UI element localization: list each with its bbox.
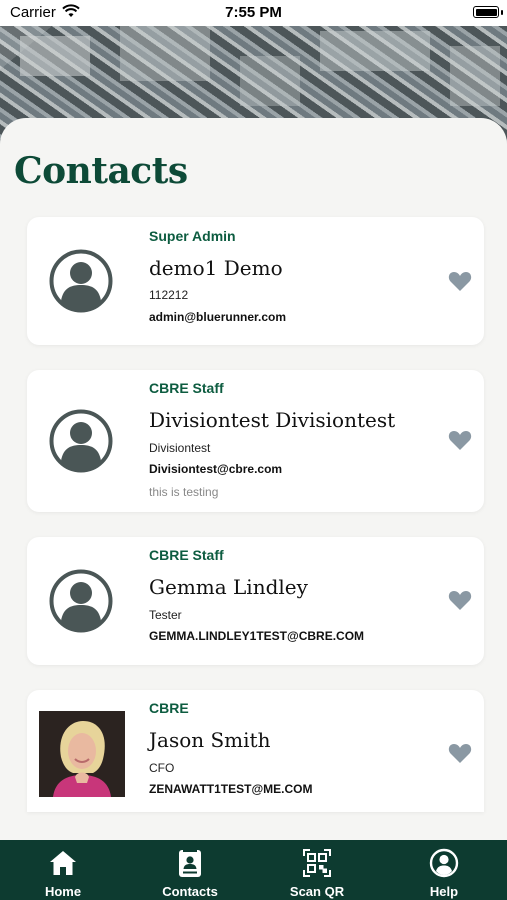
- contact-name: Jason Smith: [149, 728, 271, 752]
- status-bar: Carrier 7:55 PM: [0, 0, 507, 26]
- contact-name: Gemma Lindley: [149, 575, 308, 599]
- contact-email: admin@bluerunner.com: [149, 310, 287, 324]
- contact-name: Divisiontest Divisiontest: [149, 408, 396, 432]
- qr-code-icon: [302, 848, 332, 878]
- avatar-placeholder-icon: [49, 409, 113, 473]
- contact-title: 112212: [149, 288, 189, 302]
- tab-scan-qr[interactable]: Scan QR: [254, 840, 380, 900]
- contact-card[interactable]: CBRE Staff Gemma Lindley Tester GEMMA.LI…: [27, 537, 484, 665]
- contact-email: GEMMA.LINDLEY1TEST@CBRE.COM: [149, 629, 365, 643]
- tab-contacts-label: Contacts: [162, 884, 218, 899]
- contact-photo: [39, 711, 125, 797]
- tab-contacts[interactable]: Contacts: [127, 840, 253, 900]
- avatar-placeholder-icon: [49, 249, 113, 313]
- battery-cap: [501, 10, 503, 15]
- home-icon: [48, 848, 78, 878]
- contact-title: Tester: [149, 608, 182, 622]
- help-icon: [429, 848, 459, 878]
- tab-help-label: Help: [429, 884, 459, 899]
- favorite-heart-icon[interactable]: [448, 589, 472, 611]
- contact-role: CBRE Staff: [149, 380, 224, 396]
- tab-home[interactable]: Home: [0, 840, 126, 900]
- tab-help[interactable]: Help: [381, 840, 507, 900]
- tab-home-label: Home: [44, 884, 82, 899]
- favorite-heart-icon[interactable]: [448, 742, 472, 764]
- battery-icon: [473, 6, 499, 18]
- contact-role: CBRE: [149, 700, 189, 716]
- contacts-icon: [175, 848, 205, 878]
- page-title: Contacts: [14, 150, 188, 192]
- favorite-heart-icon[interactable]: [448, 270, 472, 292]
- favorite-heart-icon[interactable]: [448, 429, 472, 451]
- tab-scan-qr-label: Scan QR: [289, 884, 345, 899]
- contact-card[interactable]: CBRE Staff Divisiontest Divisiontest Div…: [27, 370, 484, 512]
- contact-title: CFO: [149, 761, 175, 775]
- contact-email: ZENAWATT1TEST@ME.COM: [149, 782, 313, 796]
- contact-card[interactable]: Super Admin demo1 Demo 112212 admin@blue…: [27, 217, 484, 345]
- contact-email: Divisiontest@cbre.com: [149, 462, 283, 476]
- tab-bar: Home Contacts Scan QR Help: [0, 840, 507, 900]
- contact-role: CBRE Staff: [149, 547, 224, 563]
- contact-role: Super Admin: [149, 228, 236, 244]
- contact-card[interactable]: CBRE Jason Smith CFO ZENAWATT1TEST@ME.CO…: [27, 690, 484, 812]
- contact-name: demo1 Demo: [149, 256, 283, 280]
- contact-title: Divisiontest: [149, 441, 211, 455]
- avatar-placeholder-icon: [49, 569, 113, 633]
- contact-note: this is testing: [149, 485, 219, 499]
- clock: 7:55 PM: [225, 4, 282, 21]
